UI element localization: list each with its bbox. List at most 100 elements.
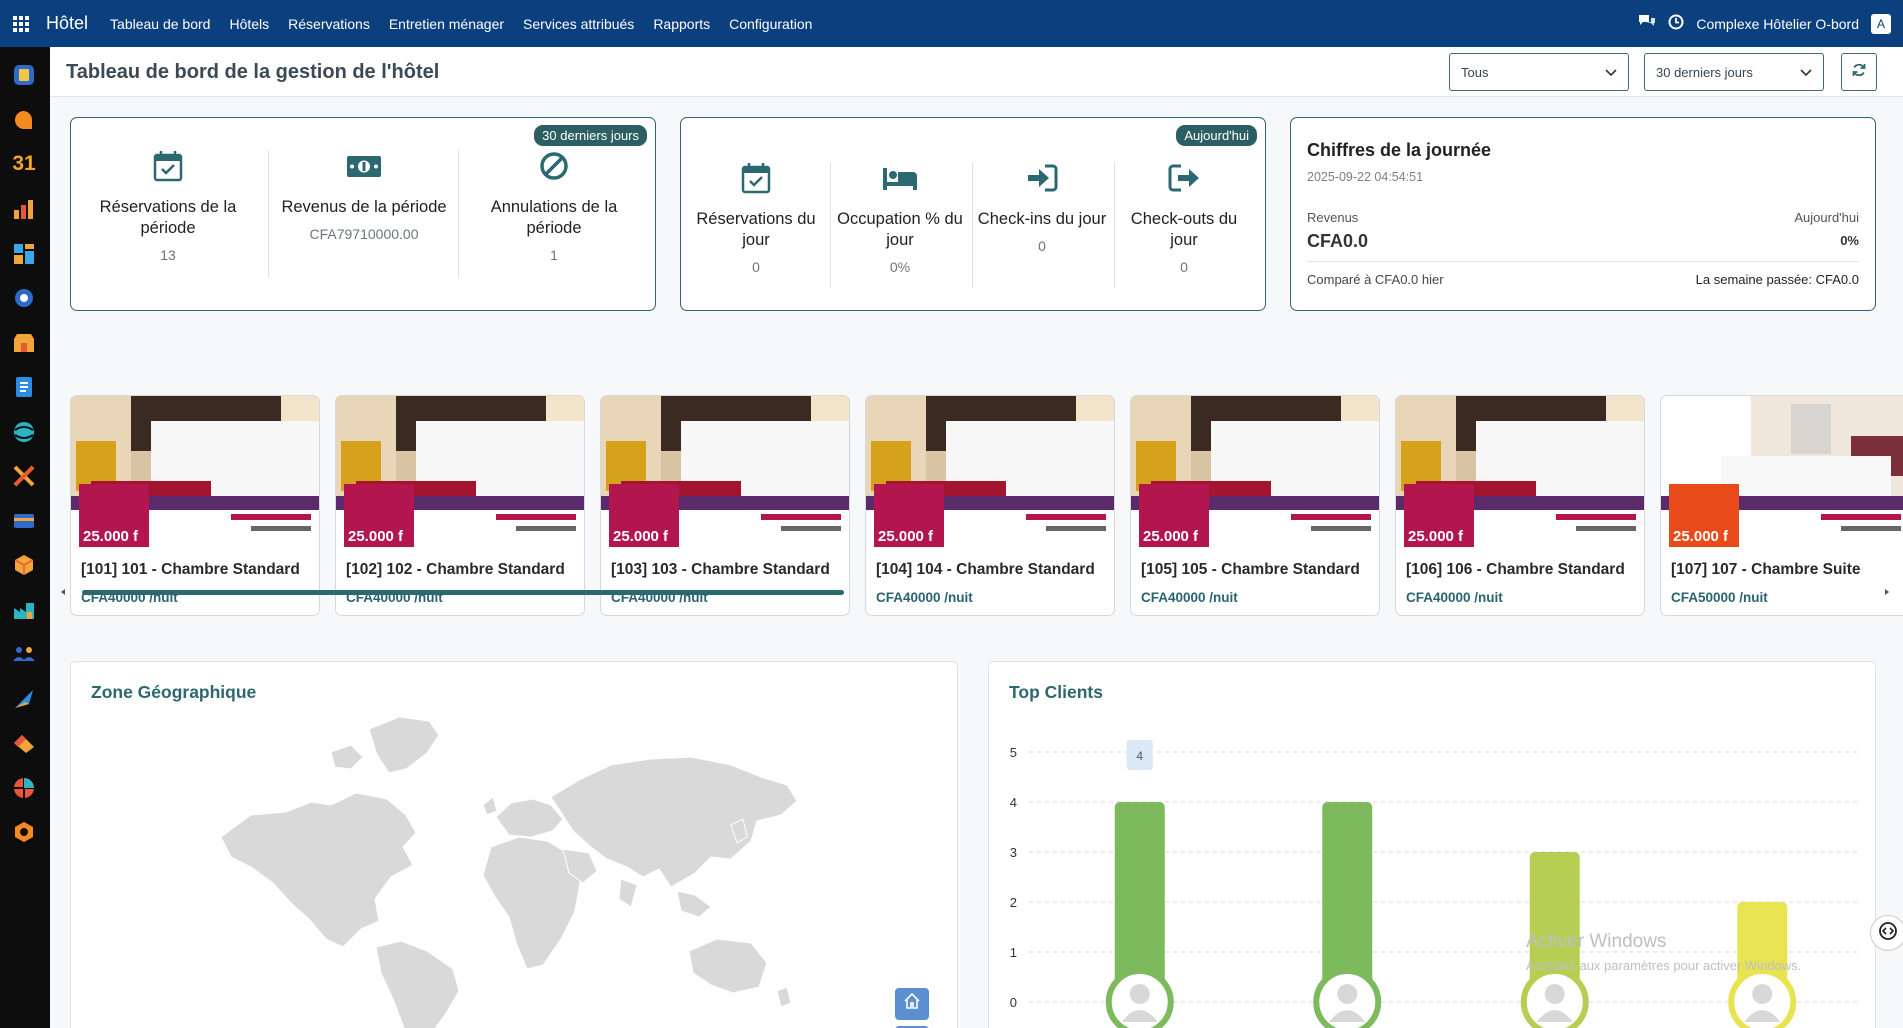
menu-dashboard[interactable]: Tableau de bord (110, 16, 210, 32)
factory-app-icon[interactable] (11, 597, 37, 623)
period-filter-select[interactable]: 30 derniers jours (1644, 53, 1824, 91)
menu-hotels[interactable]: Hôtels (229, 16, 269, 32)
ban-icon (539, 150, 569, 187)
stat-period-reservations: Réservations de la période 13 (83, 150, 253, 263)
home-icon (903, 992, 921, 1016)
documents-app-icon[interactable] (11, 374, 37, 400)
calendar-check-icon (741, 162, 771, 199)
menu-services[interactable]: Services attribués (523, 16, 634, 32)
menu-reservations[interactable]: Réservations (288, 16, 370, 32)
stat-value: 1 (550, 247, 558, 263)
main-content: Tableau de bord de la gestion de l'hôtel… (50, 47, 1903, 1028)
calculator-app-icon[interactable] (11, 62, 37, 88)
code-view-toggle-button[interactable] (1870, 915, 1903, 951)
project-app-icon[interactable] (11, 686, 37, 712)
chat-icon[interactable] (1638, 14, 1656, 33)
room-photo: 25.000 f (866, 396, 1114, 547)
control-panel: Tableau de bord de la gestion de l'hôtel… (50, 47, 1903, 97)
sign-app-icon[interactable] (11, 508, 37, 534)
room-name: [103] 103 - Chambre Standard (611, 561, 830, 578)
user-icon (1752, 984, 1773, 1004)
today-stats-card: Aujourd'hui Réservations du jour 0 Occup… (680, 117, 1266, 311)
calendar-app-icon[interactable]: 31 (11, 151, 37, 177)
period-stats-card: 30 derniers jours Réservations de la pér… (70, 117, 656, 311)
stat-label: Check-outs du jour (1130, 210, 1238, 249)
dashboard-app-icon[interactable] (11, 241, 37, 267)
sign-in-icon (1026, 162, 1058, 199)
code-icon (1878, 921, 1898, 946)
employees-app-icon[interactable] (11, 641, 37, 667)
tools-app-icon[interactable] (11, 463, 37, 489)
shop-app-icon[interactable] (11, 330, 37, 356)
reporting-app-icon[interactable] (11, 196, 37, 222)
divider (972, 162, 973, 288)
revenue-value: CFA0.0 (1307, 231, 1369, 251)
carousel-scrollbar[interactable] (60, 583, 1890, 595)
day-figures-datetime: 2025-09-22 04:54:51 (1307, 170, 1424, 184)
room-name: [101] 101 - Chambre Standard (81, 561, 300, 578)
revenue-label: Revenus (1307, 210, 1359, 225)
geo-panel-title: Zone Géographique (91, 682, 257, 702)
svg-text:25.000 f: 25.000 f (1673, 528, 1729, 545)
hotel-filter-select[interactable]: Tous (1449, 53, 1629, 91)
stat-value: CFA79710000.00 (309, 226, 419, 242)
stat-value: 0 (752, 259, 760, 275)
map-home-button[interactable] (895, 988, 929, 1020)
stat-value: 0 (1180, 259, 1188, 275)
room-name: [107] 107 - Chambre Suite (1671, 561, 1861, 578)
refresh-button[interactable] (1841, 53, 1877, 91)
user-icon (1544, 984, 1565, 1004)
app-sidebar: 31 (0, 47, 50, 1028)
stat-period-revenue: Revenus de la période CFA79710000.00 (271, 150, 457, 242)
crm-app-icon[interactable] (11, 285, 37, 311)
world-map[interactable] (191, 707, 831, 1028)
avatar[interactable]: A (1871, 13, 1891, 34)
stat-label: Réservations de la période (99, 198, 237, 237)
bar-tooltip-value: 4 (1136, 749, 1143, 763)
stat-label: Check-ins du jour (977, 210, 1107, 228)
clock-icon[interactable] (1668, 14, 1684, 33)
stat-label: Occupation % du jour (837, 210, 963, 249)
stat-today-checkins: Check-ins du jour 0 (975, 162, 1109, 254)
company-switcher[interactable]: Complexe Hôtelier O-bord (1696, 16, 1859, 32)
website-app-icon[interactable] (11, 419, 37, 445)
today-badge: Aujourd'hui (1176, 125, 1257, 146)
day-figures-title: Chiffres de la journée (1307, 140, 1492, 160)
room-photo: 25.000 f (1396, 396, 1644, 547)
calendar-check-icon (153, 150, 183, 187)
menu-reports[interactable]: Rapports (653, 16, 710, 32)
y-tick-label: 2 (1010, 895, 1017, 910)
menu-configuration[interactable]: Configuration (729, 16, 812, 32)
room-name: [106] 106 - Chambre Standard (1406, 561, 1625, 578)
svg-text:25.000 f: 25.000 f (1143, 528, 1199, 545)
stat-today-reservations: Réservations du jour 0 (689, 162, 823, 275)
stat-label: Revenus de la période (281, 198, 447, 216)
day-figures-card: Chiffres de la journée 2025-09-22 04:54:… (1290, 117, 1876, 311)
planning-app-icon[interactable] (11, 775, 37, 801)
sales-app-icon[interactable] (11, 730, 37, 756)
top-clients-chart: 012345Client particulier localClient par… (1010, 740, 1859, 1028)
period-badge: 30 derniers jours (534, 125, 647, 146)
windows-watermark-text: Accédez aux paramètres pour activer Wind… (1526, 958, 1802, 973)
svg-text:25.000 f: 25.000 f (878, 528, 934, 545)
hexagon-app-icon[interactable] (11, 819, 37, 845)
windows-watermark-title: Activer Windows (1526, 931, 1667, 952)
discuss-app-icon[interactable] (11, 107, 37, 133)
app-brand[interactable]: Hôtel (46, 13, 88, 34)
menu-housekeeping[interactable]: Entretien ménager (389, 16, 504, 32)
top-navbar: Hôtel Tableau de bord Hôtels Réservation… (0, 0, 1903, 47)
room-photo: 25.000 f (71, 396, 319, 547)
y-tick-label: 5 (1010, 745, 1017, 760)
today-percent: 0% (1840, 233, 1859, 248)
geo-zone-panel: Zone Géographique + (70, 661, 958, 1028)
inventory-app-icon[interactable] (11, 552, 37, 578)
apps-grid-icon[interactable] (4, 0, 38, 47)
stat-period-cancellations: Annulations de la période 1 (469, 150, 639, 263)
divider (1307, 261, 1859, 262)
y-tick-label: 0 (1010, 995, 1017, 1010)
svg-text:25.000 f: 25.000 f (613, 528, 669, 545)
divider (458, 150, 459, 278)
divider (268, 150, 269, 278)
room-name: [105] 105 - Chambre Standard (1141, 561, 1360, 578)
divider (830, 162, 831, 288)
